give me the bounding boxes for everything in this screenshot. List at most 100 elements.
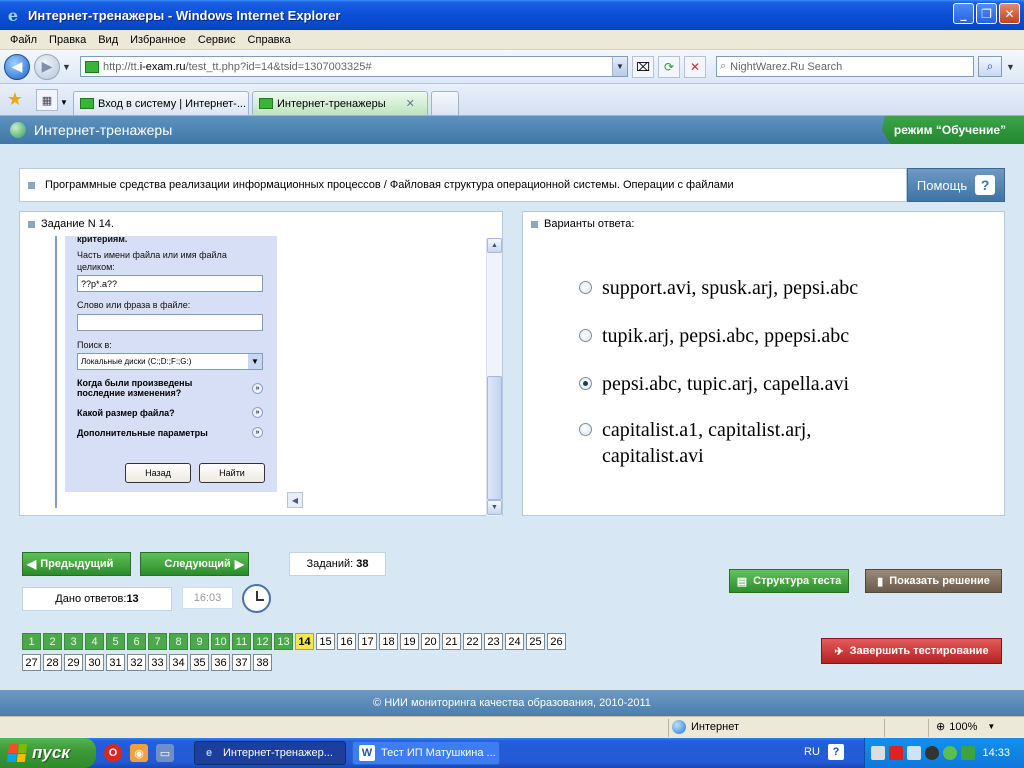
media-icon[interactable] — [925, 746, 939, 760]
zoom-dropdown-icon[interactable]: ▼ — [987, 722, 995, 731]
help-tray-icon[interactable]: ? — [828, 744, 844, 760]
question-number-5[interactable]: 5 — [106, 633, 125, 650]
radio-button-selected[interactable] — [579, 377, 592, 390]
question-number-1[interactable]: 1 — [22, 633, 41, 650]
start-button[interactable]: пуск — [0, 738, 96, 768]
language-indicator[interactable]: RU — [804, 746, 820, 758]
task-scrollbar[interactable]: ▲ ▼ — [486, 238, 502, 516]
tab-trainers[interactable]: Интернет-тренажеры ✕ — [252, 91, 428, 115]
question-number-29[interactable]: 29 — [64, 654, 83, 671]
scroll-left-icon[interactable]: ◀ — [287, 492, 303, 508]
help-button[interactable]: Помощь ? — [907, 168, 1005, 202]
question-number-7[interactable]: 7 — [148, 633, 167, 650]
quick-tabs-icon[interactable]: ▦ — [36, 89, 58, 111]
menu-view[interactable]: Вид — [92, 34, 124, 46]
question-number-20[interactable]: 20 — [421, 633, 440, 650]
close-window-button[interactable]: ✕ — [999, 3, 1020, 24]
question-number-13[interactable]: 13 — [274, 633, 293, 650]
question-number-9[interactable]: 9 — [190, 633, 209, 650]
menu-favorites[interactable]: Избранное — [124, 34, 192, 46]
question-number-34[interactable]: 34 — [169, 654, 188, 671]
restore-button[interactable]: ❐ — [976, 3, 997, 24]
question-number-16[interactable]: 16 — [337, 633, 356, 650]
opera-icon[interactable]: O — [104, 744, 122, 762]
radio-button[interactable] — [579, 423, 592, 436]
volume-icon[interactable] — [907, 746, 921, 760]
test-structure-button[interactable]: ▤ Структура теста — [729, 569, 849, 593]
question-number-37[interactable]: 37 — [232, 654, 251, 671]
question-number-27[interactable]: 27 — [22, 654, 41, 671]
forward-button[interactable]: ▶ — [34, 53, 60, 80]
address-dropdown-icon[interactable]: ▼ — [612, 57, 627, 76]
question-number-17[interactable]: 17 — [358, 633, 377, 650]
security-zone[interactable]: Интернет — [672, 720, 739, 734]
compatibility-view-icon[interactable]: ⌧ — [632, 55, 654, 78]
question-number-22[interactable]: 22 — [463, 633, 482, 650]
tray-app-icon[interactable] — [871, 746, 885, 760]
stop-icon[interactable]: ✕ — [684, 55, 706, 78]
radio-button[interactable] — [579, 329, 592, 342]
question-number-18[interactable]: 18 — [379, 633, 398, 650]
kaspersky-icon[interactable] — [889, 746, 903, 760]
question-number-26[interactable]: 26 — [547, 633, 566, 650]
next-button[interactable]: Следующий ▶ — [140, 552, 249, 576]
radio-button[interactable] — [579, 281, 592, 294]
question-number-35[interactable]: 35 — [190, 654, 209, 671]
minimize-button[interactable]: _ — [953, 3, 974, 24]
previous-button[interactable]: ◀ Предыдущий — [22, 552, 131, 576]
question-number-23[interactable]: 23 — [484, 633, 503, 650]
question-number-19[interactable]: 19 — [400, 633, 419, 650]
menu-file[interactable]: Файл — [4, 34, 43, 46]
question-number-2[interactable]: 2 — [43, 633, 62, 650]
answer-option-2[interactable]: tupik.arj, pepsi.abc, ppepsi.abc — [579, 323, 849, 349]
question-number-8[interactable]: 8 — [169, 633, 188, 650]
tab-login[interactable]: Вход в систему | Интернет-... — [73, 91, 249, 115]
menu-help[interactable]: Справка — [242, 34, 297, 46]
question-number-36[interactable]: 36 — [211, 654, 230, 671]
question-number-12[interactable]: 12 — [253, 633, 272, 650]
question-number-38[interactable]: 38 — [253, 654, 272, 671]
address-url[interactable]: http://tt.i-exam.ru/test_tt.php?id=14&ts… — [103, 61, 612, 73]
question-number-14[interactable]: 14 — [295, 633, 314, 650]
app-quicklaunch-icon[interactable]: ◉ — [130, 744, 148, 762]
favorites-star-icon[interactable]: ★ — [4, 86, 26, 112]
scroll-down-icon[interactable]: ▼ — [487, 500, 502, 515]
show-desktop-icon[interactable]: ▭ — [156, 744, 174, 762]
question-number-25[interactable]: 25 — [526, 633, 545, 650]
new-tab-button[interactable] — [431, 91, 459, 115]
question-number-4[interactable]: 4 — [85, 633, 104, 650]
question-number-11[interactable]: 11 — [232, 633, 251, 650]
network-icon[interactable] — [943, 746, 957, 760]
question-number-6[interactable]: 6 — [127, 633, 146, 650]
menu-edit[interactable]: Правка — [43, 34, 92, 46]
taskbar-item-ie[interactable]: e Интернет-тренажер... — [194, 741, 346, 765]
scroll-thumb[interactable] — [487, 376, 502, 500]
question-number-32[interactable]: 32 — [127, 654, 146, 671]
question-number-15[interactable]: 15 — [316, 633, 335, 650]
tab-list-dropdown-icon[interactable]: ▼ — [60, 98, 70, 107]
history-dropdown-icon[interactable]: ▼ — [62, 62, 74, 72]
finish-test-button[interactable]: ✈ Завершить тестирование — [821, 638, 1002, 664]
zoom-control[interactable]: ⊕ 100% ▼ — [936, 720, 995, 734]
search-icon[interactable]: ⌕ — [978, 56, 1002, 77]
question-number-30[interactable]: 30 — [85, 654, 104, 671]
update-icon[interactable] — [961, 746, 975, 760]
question-number-33[interactable]: 33 — [148, 654, 167, 671]
answer-option-3[interactable]: pepsi.abc, tupic.arj, capella.avi — [579, 371, 849, 397]
search-input[interactable]: ⌕ NightWarez.Ru Search — [716, 56, 974, 77]
refresh-icon[interactable]: ⟳ — [658, 55, 680, 78]
question-number-21[interactable]: 21 — [442, 633, 461, 650]
question-number-31[interactable]: 31 — [106, 654, 125, 671]
question-number-24[interactable]: 24 — [505, 633, 524, 650]
question-number-10[interactable]: 10 — [211, 633, 230, 650]
question-number-28[interactable]: 28 — [43, 654, 62, 671]
menu-tools[interactable]: Сервис — [192, 34, 242, 46]
show-solution-button[interactable]: ▮ Показать решение — [865, 569, 1002, 593]
answer-option-4[interactable]: capitalist.a1, capitalist.arj, capitalist… — [579, 417, 811, 469]
back-button[interactable]: ◀ — [4, 53, 30, 80]
scroll-up-icon[interactable]: ▲ — [487, 238, 502, 253]
question-number-3[interactable]: 3 — [64, 633, 83, 650]
answer-option-1[interactable]: support.avi, spusk.arj, pepsi.abc — [579, 275, 858, 301]
tab-close-icon[interactable]: ✕ — [406, 97, 415, 110]
search-options-icon[interactable]: ▼ — [1006, 62, 1018, 72]
